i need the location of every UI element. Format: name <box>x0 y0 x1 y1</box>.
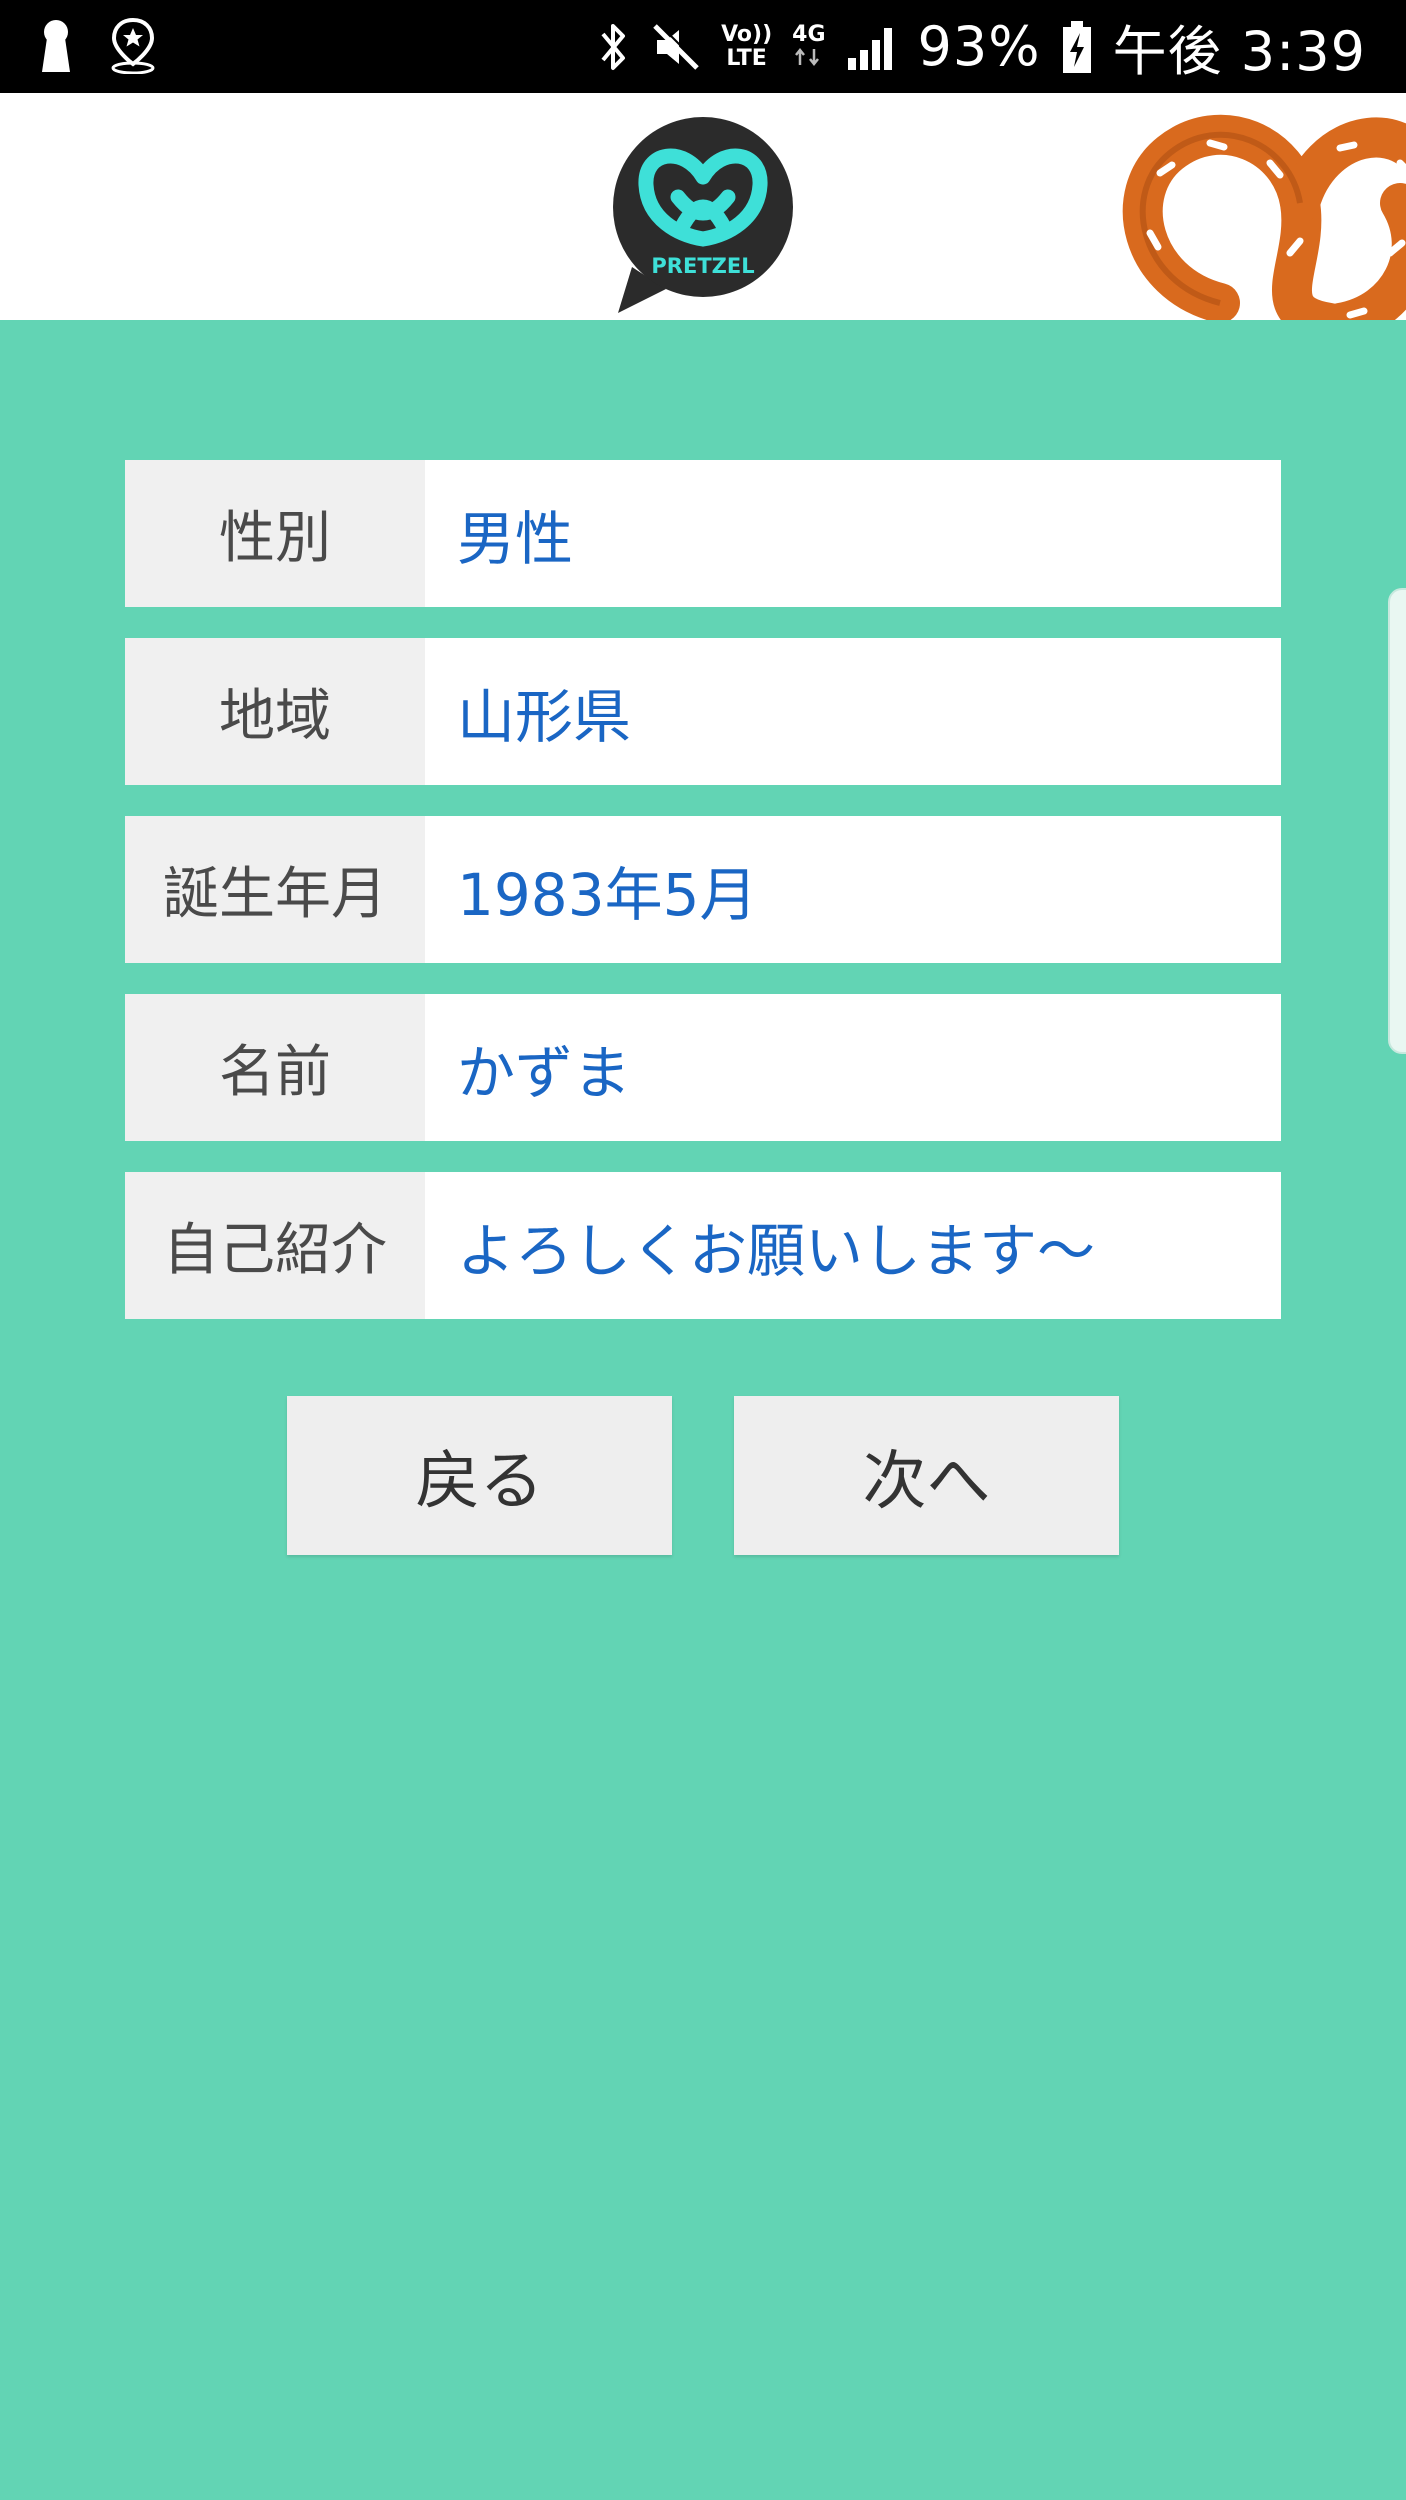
clock: 午後 3:39 <box>1112 20 1366 83</box>
intro-label: 自己紹介 <box>125 1172 425 1319</box>
status-left-icons <box>38 18 158 74</box>
app-header: PRETZEL <box>0 93 1406 320</box>
name-label: 名前 <box>125 994 425 1141</box>
pretzel-decoration-icon <box>1122 114 1406 320</box>
volte-indicator: Vo)) LTE <box>721 21 773 71</box>
status-right-icons: Vo)) LTE 4G 93% 午後 3:39 <box>597 0 1366 93</box>
volte-top-text: Vo)) <box>721 21 773 47</box>
gender-label: 性別 <box>125 460 425 607</box>
keyhole-icon <box>42 20 70 72</box>
next-button[interactable]: 次へ <box>734 1396 1119 1555</box>
volte-bottom-text: LTE <box>726 45 767 71</box>
status-bar: Vo)) LTE 4G 93% 午後 3:39 <box>0 0 1406 93</box>
profile-form: 性別 男性 地域 山形県 誕生年月 1983年5月 名前 かずま 自己紹介 よろ… <box>125 460 1281 1350</box>
form-row-name: 名前 かずま <box>125 994 1281 1141</box>
back-button[interactable]: 戻る <box>287 1396 672 1555</box>
location-star-icon <box>111 18 155 74</box>
network-type-text: 4G <box>792 21 826 47</box>
form-row-region: 地域 山形県 <box>125 638 1281 785</box>
birth-value[interactable]: 1983年5月 <box>425 816 1281 963</box>
battery-percent: 93% <box>917 15 1041 78</box>
network-indicator: 4G <box>792 21 826 71</box>
data-arrows-icon <box>795 47 820 66</box>
form-row-intro: 自己紹介 よろしくお願いします〜 <box>125 1172 1281 1319</box>
battery-charging-icon <box>1062 20 1091 73</box>
signal-icon <box>847 27 892 70</box>
form-row-birth: 誕生年月 1983年5月 <box>125 816 1281 963</box>
logo-text: PRETZEL <box>651 254 754 278</box>
intro-value[interactable]: よろしくお願いします〜 <box>425 1172 1281 1319</box>
form-row-gender: 性別 男性 <box>125 460 1281 607</box>
region-label: 地域 <box>125 638 425 785</box>
gender-value[interactable]: 男性 <box>425 460 1281 607</box>
edge-panel-handle[interactable] <box>1388 588 1406 1054</box>
pretzel-logo[interactable]: PRETZEL <box>612 117 794 317</box>
bluetooth-icon <box>601 23 626 70</box>
name-value[interactable]: かずま <box>425 994 1281 1141</box>
birth-label: 誕生年月 <box>125 816 425 963</box>
mute-icon <box>653 21 701 70</box>
region-value[interactable]: 山形県 <box>425 638 1281 785</box>
